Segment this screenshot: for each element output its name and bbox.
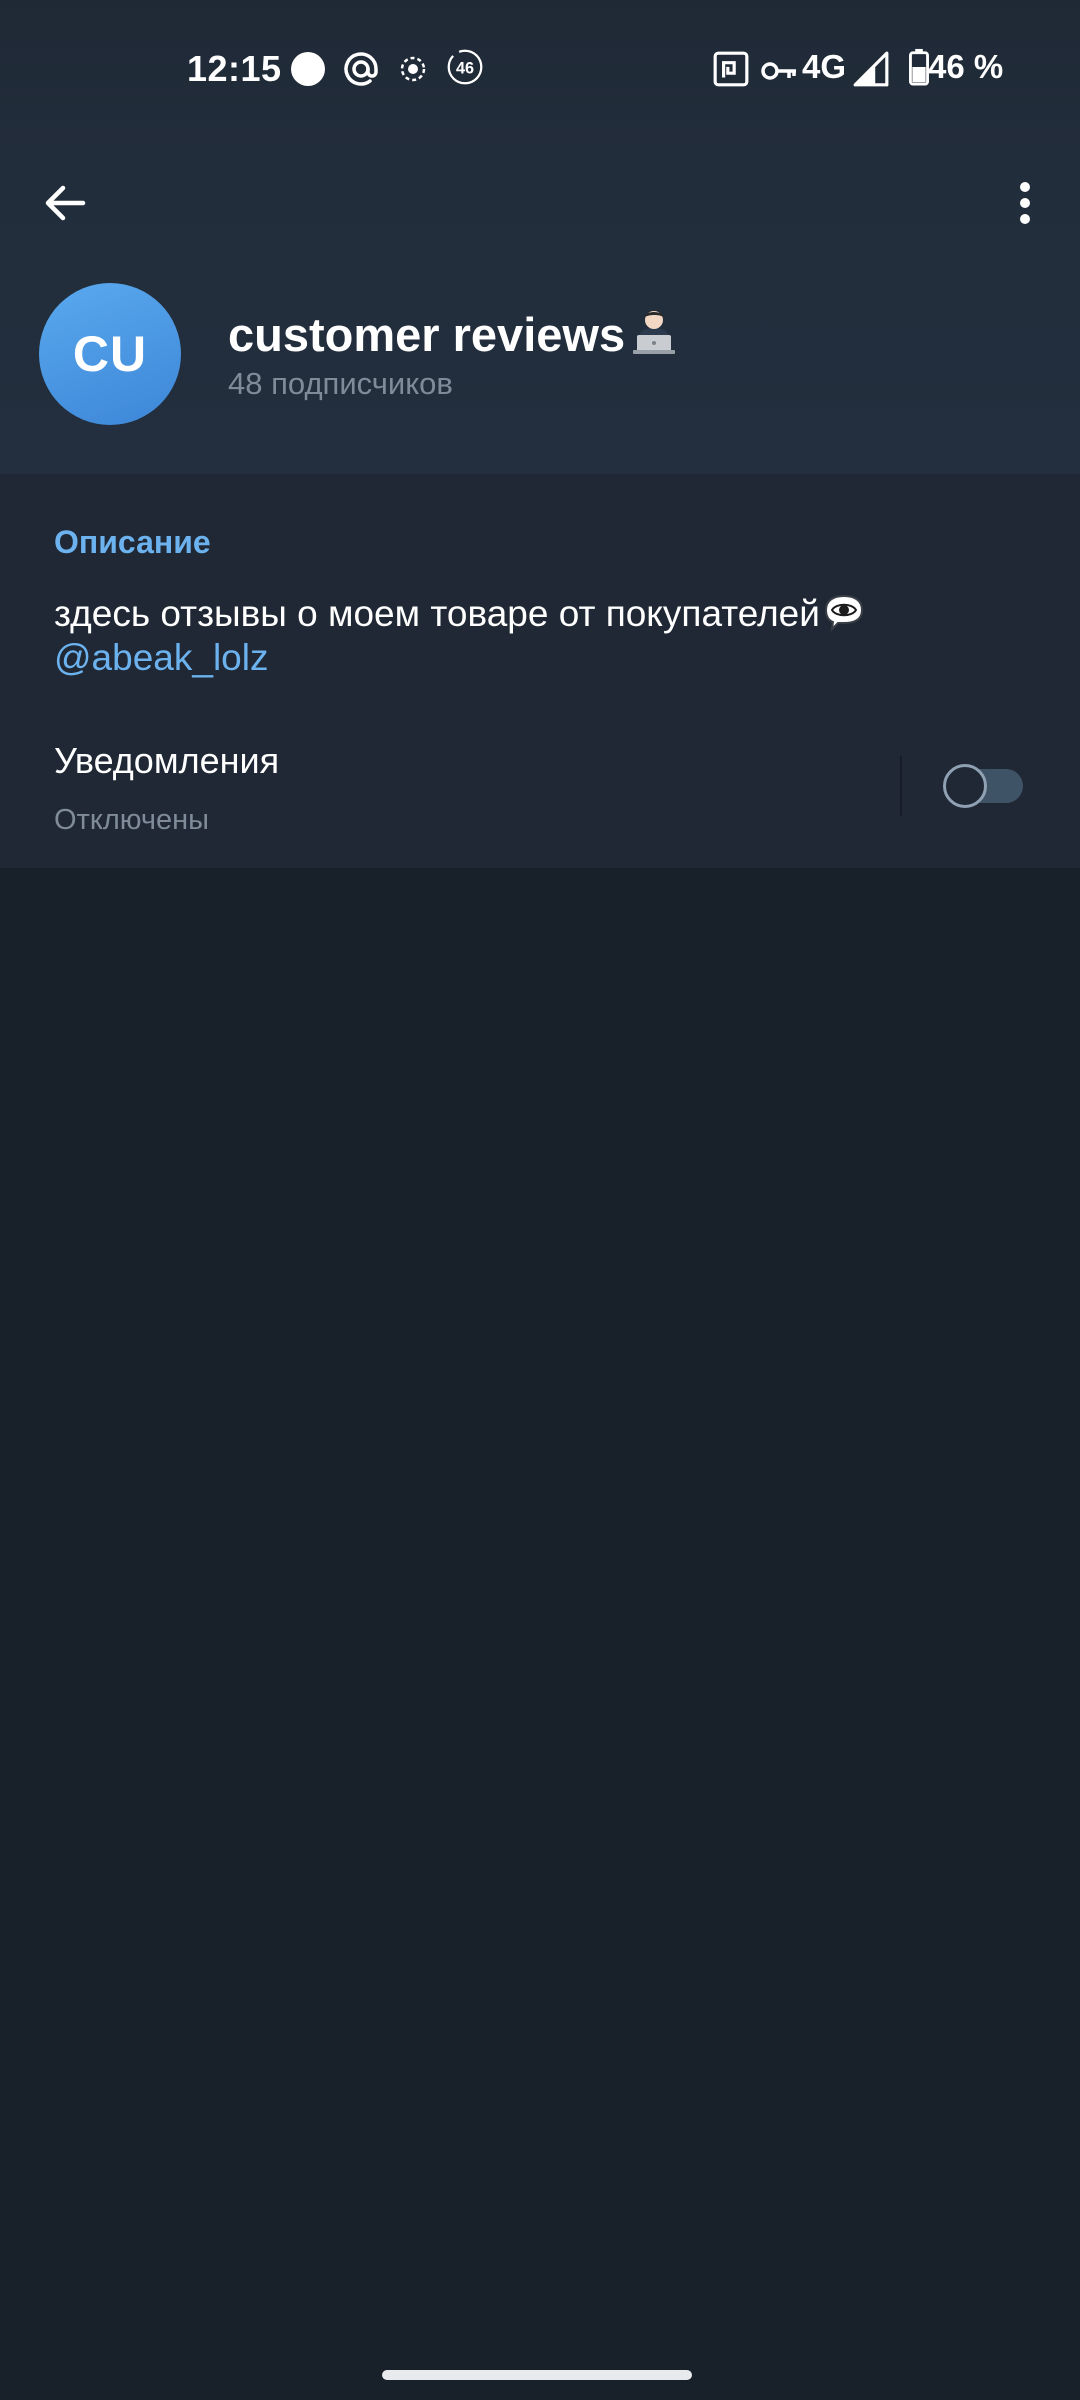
record-dot-icon	[291, 52, 325, 86]
avatar-initials: CU	[72, 326, 148, 382]
notifications-row[interactable]: Уведомления Отключены	[0, 724, 1080, 864]
channel-title-text: customer reviews	[228, 308, 626, 361]
description-text: здесь отзывы о моем товаре от покупателе…	[54, 592, 1034, 680]
focus-icon	[400, 56, 426, 82]
more-vertical-icon	[1020, 182, 1030, 224]
speed-badge-text: 46	[456, 59, 474, 77]
at-sign-icon	[344, 52, 378, 86]
arrow-left-icon	[45, 185, 86, 221]
channel-title: customer reviews	[228, 305, 679, 362]
notifications-divider	[900, 756, 902, 816]
technologist-emoji	[633, 311, 676, 354]
back-button[interactable]	[30, 168, 100, 238]
info-section: Описание здесь отзывы о моем товаре от п…	[0, 474, 1080, 868]
subscriber-count: 48 подписчиков	[228, 366, 453, 401]
network-type: 4G	[802, 48, 847, 85]
signal-icon	[853, 51, 889, 87]
status-bar: 12:15 46 4G 46 %	[0, 0, 1080, 135]
eye-in-speech-bubble-emoji	[824, 594, 863, 632]
more-options-button[interactable]	[990, 168, 1060, 238]
nfc-icon	[713, 51, 749, 87]
notifications-label: Уведомления	[54, 740, 280, 781]
description-label: Описание	[54, 524, 211, 560]
notifications-toggle[interactable]	[943, 764, 1023, 808]
key-icon	[761, 62, 796, 80]
channel-header: 12:15 46 4G 46 % CU customer reviews 48 …	[0, 0, 1080, 474]
home-indicator[interactable]	[382, 2370, 692, 2380]
channel-avatar[interactable]: CU	[39, 283, 181, 425]
mention-link[interactable]: @abeak_lolz	[54, 637, 268, 678]
battery-percent: 46 %	[928, 48, 1004, 85]
notifications-status: Отключены	[54, 804, 209, 836]
speed-46-icon: 46	[447, 49, 483, 85]
toggle-knob	[943, 764, 987, 808]
status-time: 12:15	[187, 48, 282, 89]
description-body: здесь отзывы о моем товаре от покупателе…	[54, 593, 820, 634]
